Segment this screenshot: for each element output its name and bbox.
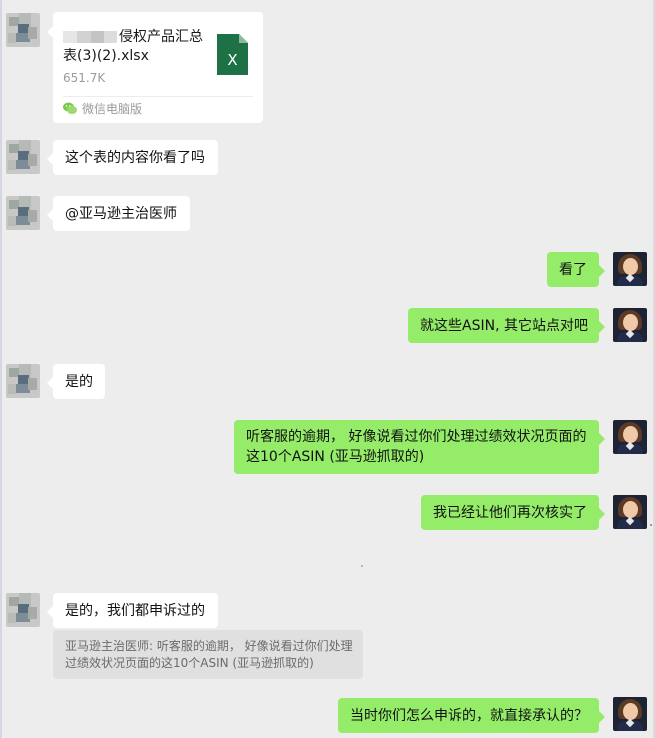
contact-avatar[interactable] xyxy=(6,196,40,230)
message-text: 就这些ASIN, 其它站点对吧 xyxy=(420,317,588,334)
quoted-text-line: 过绩效状况页面的这10个ASIN (亚马逊抓取的) xyxy=(65,656,314,670)
my-avatar[interactable] xyxy=(613,420,647,454)
file-size: 651.7K xyxy=(63,71,106,85)
contact-avatar[interactable] xyxy=(6,593,40,627)
outgoing-message-bubble[interactable]: 看了 xyxy=(547,252,605,287)
file-source-label: 微信电脑版 xyxy=(82,102,143,116)
outgoing-message-bubble[interactable]: 当时你们怎么申诉的，就直接承认的？ xyxy=(338,698,605,733)
message-text-line: 听客服的逾期， 好像说看过你们处理过绩效状况页面的 xyxy=(246,429,587,445)
incoming-message-bubble[interactable]: 是的 xyxy=(47,364,105,399)
my-avatar[interactable] xyxy=(613,697,647,731)
incoming-message-bubble[interactable]: 这个表的内容你看了吗 xyxy=(47,140,218,175)
my-avatar[interactable] xyxy=(613,252,647,286)
outgoing-message-bubble[interactable]: 听客服的逾期， 好像说看过你们处理过绩效状况页面的 这10个ASIN (亚马逊抓… xyxy=(234,420,605,474)
outgoing-message-bubble[interactable]: 我已经让他们再次核实了 xyxy=(421,495,605,530)
incoming-message-bubble[interactable]: 是的，我们都申诉过的 xyxy=(47,593,218,628)
separator-dot xyxy=(361,565,363,567)
incoming-message-bubble[interactable]: @亚马逊主治医师 xyxy=(47,196,190,231)
wechat-logo-icon xyxy=(63,102,77,114)
file-name: 侵权产品汇总 表(3)(2).xlsx xyxy=(63,29,203,64)
contact-avatar[interactable] xyxy=(6,364,40,398)
message-text: 这个表的内容你看了吗 xyxy=(65,149,205,166)
contact-avatar[interactable] xyxy=(6,13,40,47)
quoted-message[interactable]: 亚马逊主治医师: 听客服的逾期， 好像说看过你们处理 过绩效状况页面的这10个A… xyxy=(53,630,363,679)
my-avatar[interactable] xyxy=(613,495,647,529)
window-left-edge xyxy=(0,0,2,738)
my-avatar[interactable] xyxy=(613,308,647,342)
contact-avatar[interactable] xyxy=(6,140,40,174)
divider xyxy=(63,96,253,97)
excel-file-icon: X xyxy=(217,34,248,75)
message-text: 看了 xyxy=(559,261,587,278)
scroll-marker xyxy=(650,524,652,526)
svg-text:X: X xyxy=(227,51,237,69)
quoted-text-line: 亚马逊主治医师: 听客服的逾期， 好像说看过你们处理 xyxy=(65,639,353,653)
message-text-line: 这10个ASIN (亚马逊抓取的) xyxy=(246,449,425,465)
file-message-card[interactable]: 侵权产品汇总 表(3)(2).xlsx 651.7K X 微信电脑版 xyxy=(47,12,263,123)
message-text: @亚马逊主治医师 xyxy=(65,205,177,222)
message-text: 当时你们怎么申诉的，就直接承认的？ xyxy=(350,707,588,724)
message-text: 是的 xyxy=(65,373,93,390)
message-text: 是的，我们都申诉过的 xyxy=(65,602,205,619)
message-text: 我已经让他们再次核实了 xyxy=(433,504,587,521)
outgoing-message-bubble[interactable]: 就这些ASIN, 其它站点对吧 xyxy=(408,308,605,343)
